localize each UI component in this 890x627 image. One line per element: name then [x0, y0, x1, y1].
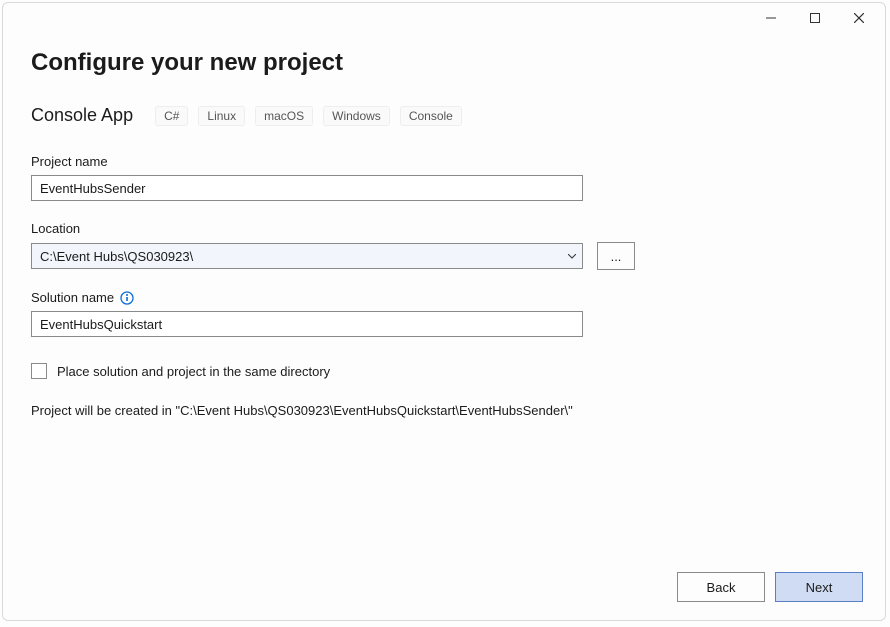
dialog-window: Configure your new project Console App C…: [2, 2, 886, 621]
location-label: Location: [31, 221, 857, 236]
creation-path-hint: Project will be created in "C:\Event Hub…: [31, 403, 857, 418]
solution-name-label-text: Solution name: [31, 290, 114, 305]
tag-csharp: C#: [155, 106, 188, 126]
solution-name-label: Solution name: [31, 290, 857, 305]
tag-linux: Linux: [198, 106, 245, 126]
same-directory-checkbox[interactable]: [31, 363, 47, 379]
browse-button[interactable]: ...: [597, 242, 635, 270]
location-combo[interactable]: C:\Event Hubs\QS030923\: [31, 243, 583, 269]
template-name: Console App: [31, 105, 133, 126]
close-button[interactable]: [839, 5, 879, 31]
dialog-footer: Back Next: [677, 572, 863, 602]
tag-windows: Windows: [323, 106, 390, 126]
minimize-icon: [766, 13, 776, 23]
back-button[interactable]: Back: [677, 572, 765, 602]
same-directory-label: Place solution and project in the same d…: [57, 364, 330, 379]
tag-console: Console: [400, 106, 462, 126]
maximize-icon: [810, 13, 820, 23]
maximize-button[interactable]: [795, 5, 835, 31]
location-row: C:\Event Hubs\QS030923\ ...: [31, 242, 857, 270]
chevron-down-icon: [568, 254, 576, 259]
window-titlebar: [3, 3, 885, 33]
project-name-label: Project name: [31, 154, 857, 169]
location-value: C:\Event Hubs\QS030923\: [40, 249, 193, 264]
project-name-input[interactable]: [31, 175, 583, 201]
tag-macos: macOS: [255, 106, 313, 126]
minimize-button[interactable]: [751, 5, 791, 31]
same-directory-row: Place solution and project in the same d…: [31, 363, 857, 379]
dialog-content: Configure your new project Console App C…: [3, 33, 885, 620]
page-title: Configure your new project: [31, 49, 857, 77]
template-summary: Console App C# Linux macOS Windows Conso…: [31, 105, 857, 126]
info-icon[interactable]: [120, 291, 134, 305]
next-button[interactable]: Next: [775, 572, 863, 602]
solution-name-input[interactable]: [31, 311, 583, 337]
close-icon: [854, 13, 864, 23]
